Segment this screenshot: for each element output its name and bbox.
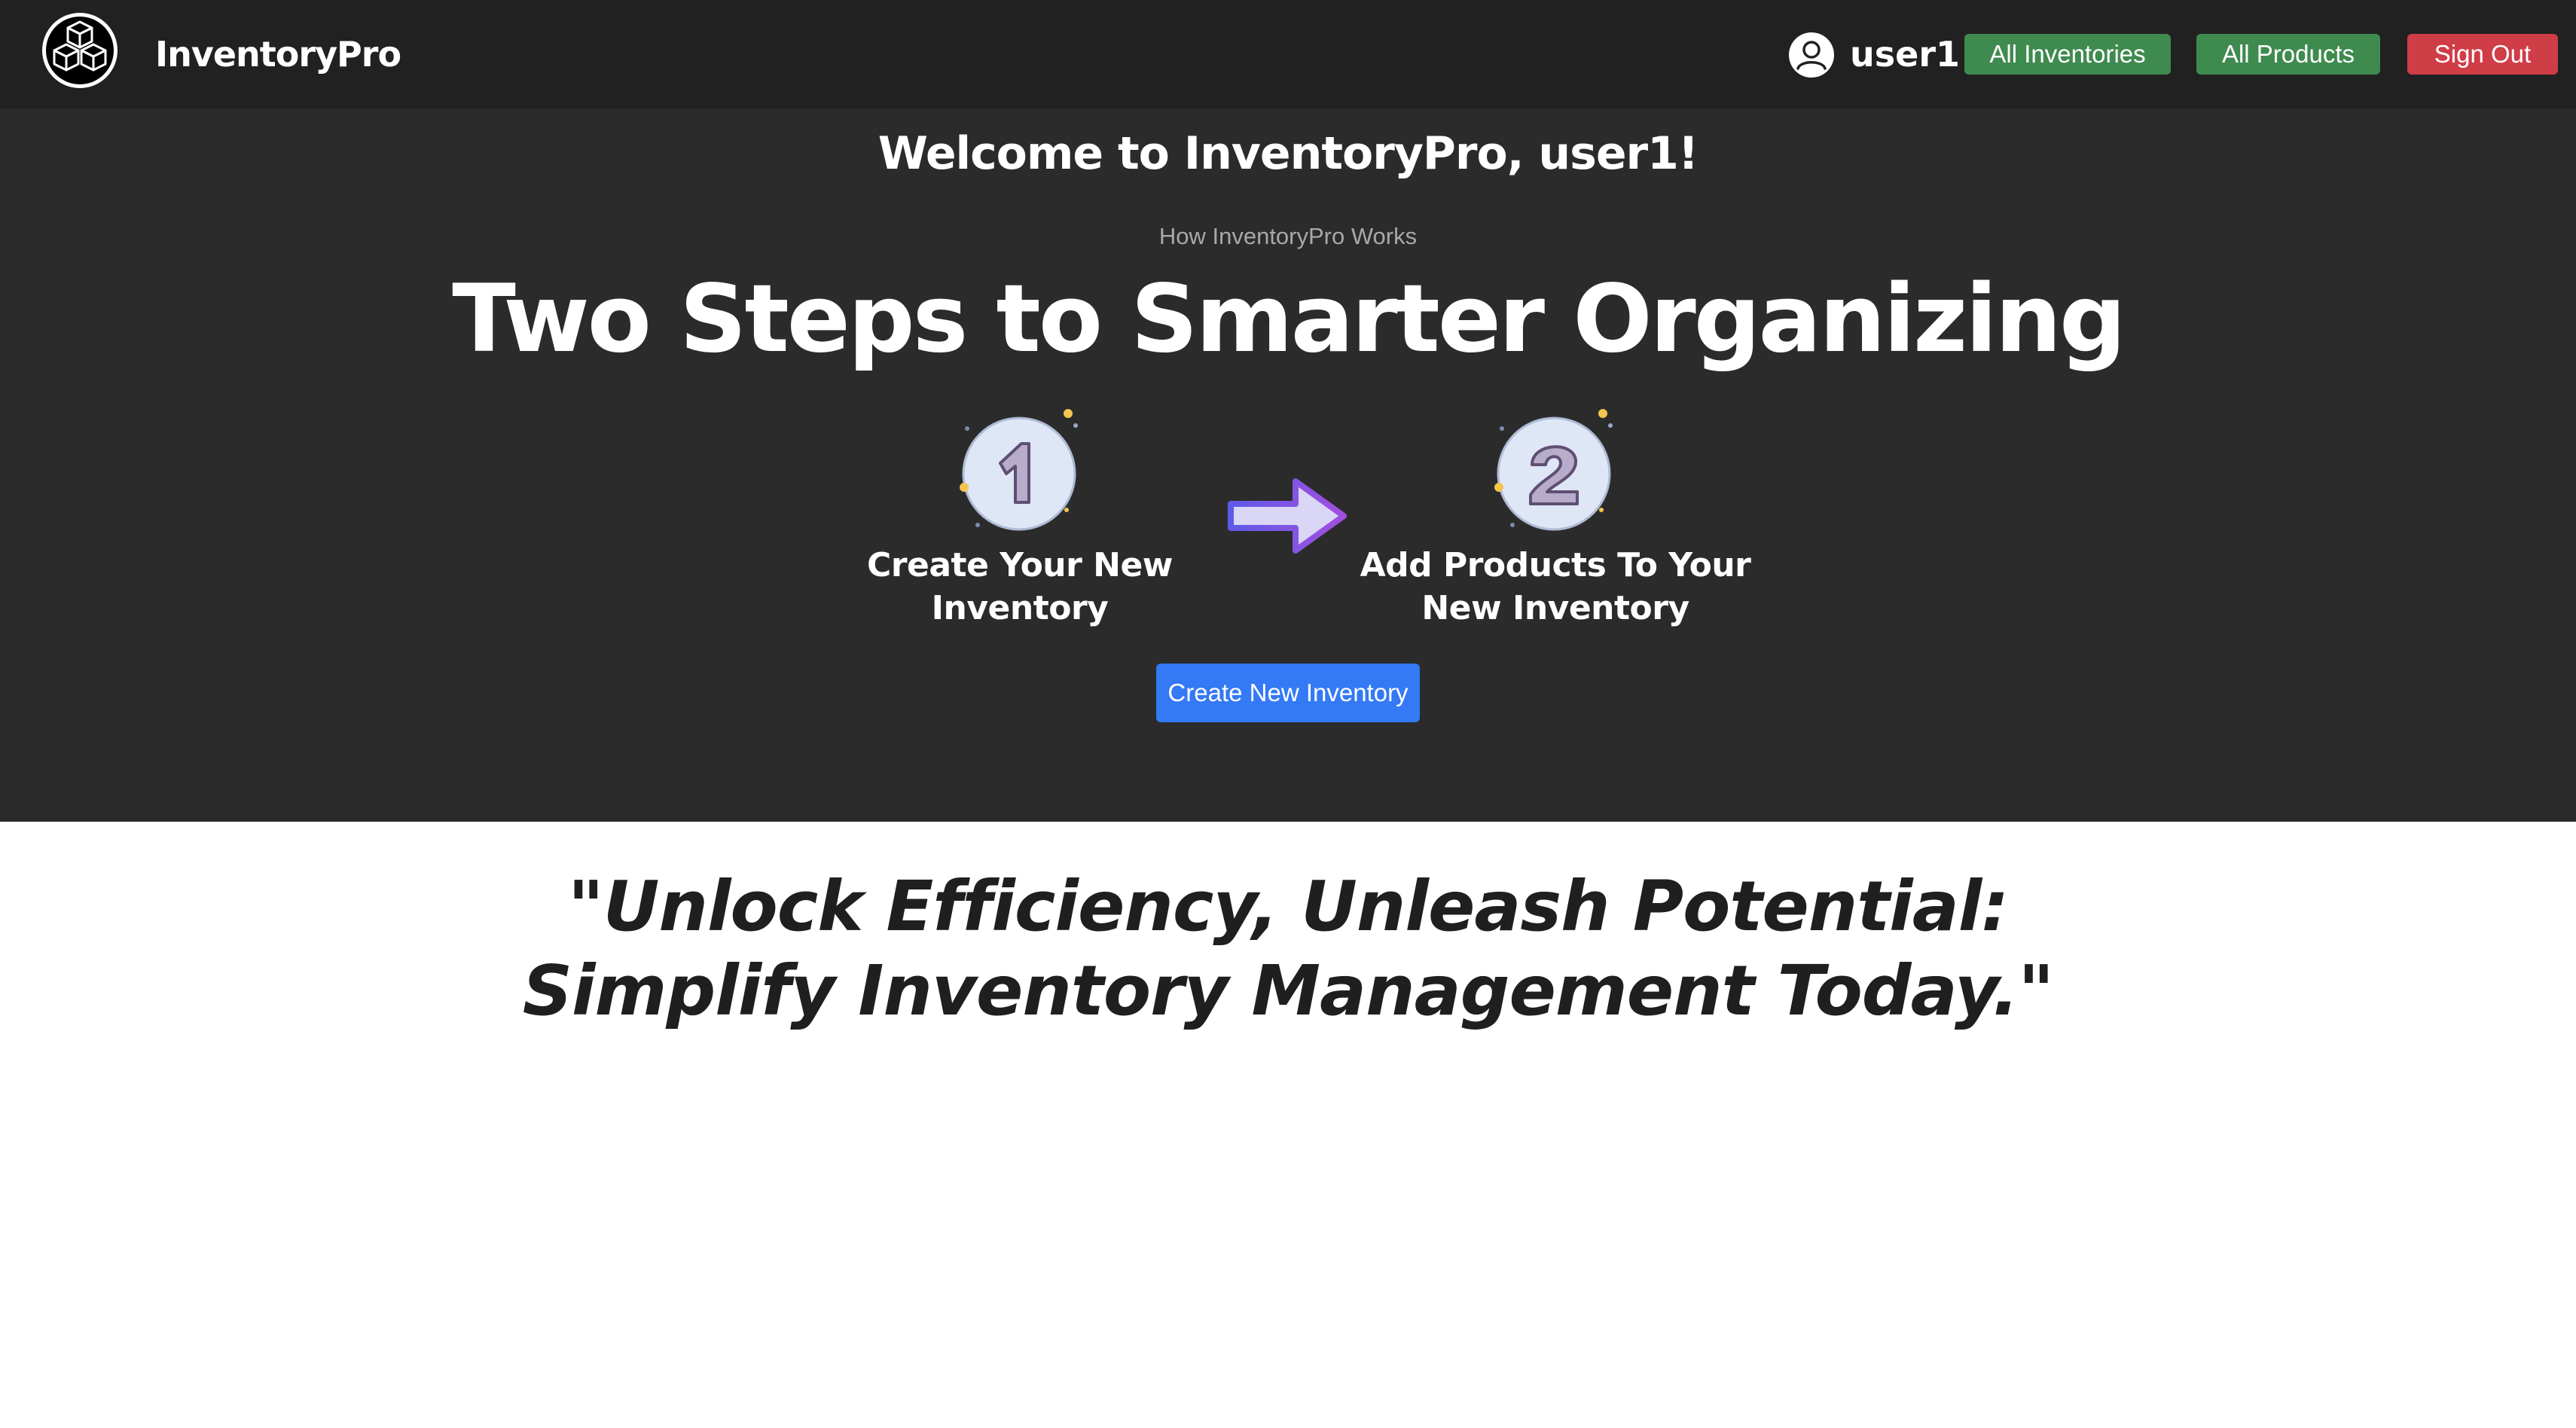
create-new-inventory-button[interactable]: Create New Inventory	[1156, 664, 1420, 722]
right-arrow-icon	[1228, 478, 1347, 554]
how-it-works-subheading: How InventoryPro Works	[1158, 223, 1418, 249]
tagline-quote-line-2: Simplify Inventory Management Today."	[522, 950, 2055, 1031]
all-products-button[interactable]: All Products	[2196, 34, 2380, 75]
top-navbar: InventoryPro user1 All Inventories All P…	[0, 0, 2576, 108]
step-two-label: Add Products To Your New Inventory	[1360, 546, 1751, 627]
hero-headline: Two Steps to Smarter Organizing	[452, 265, 2126, 374]
step-one-label: Create Your New Inventory	[867, 546, 1173, 627]
all-inventories-button[interactable]: All Inventories	[1964, 34, 2171, 75]
tagline-quote-line-1: "Unlock Efficiency, Unleash Potential:	[567, 866, 2009, 947]
welcome-heading: Welcome to InventoryPro, user1!	[877, 127, 1699, 180]
username: user1	[1850, 34, 1961, 75]
brand-name[interactable]: InventoryPro	[155, 33, 401, 75]
hero-section: Welcome to InventoryPro, user1! How Inve…	[0, 108, 2576, 822]
number-one-badge-icon	[960, 409, 1078, 531]
sign-out-button[interactable]: Sign Out	[2407, 34, 2558, 75]
tagline-quote: "Unlock Efficiency, Unleash Potential: S…	[0, 865, 2576, 1033]
cubes-logo-icon[interactable]	[41, 11, 119, 90]
number-two-badge-icon	[1494, 409, 1613, 531]
user-circle-icon	[1789, 32, 1834, 78]
